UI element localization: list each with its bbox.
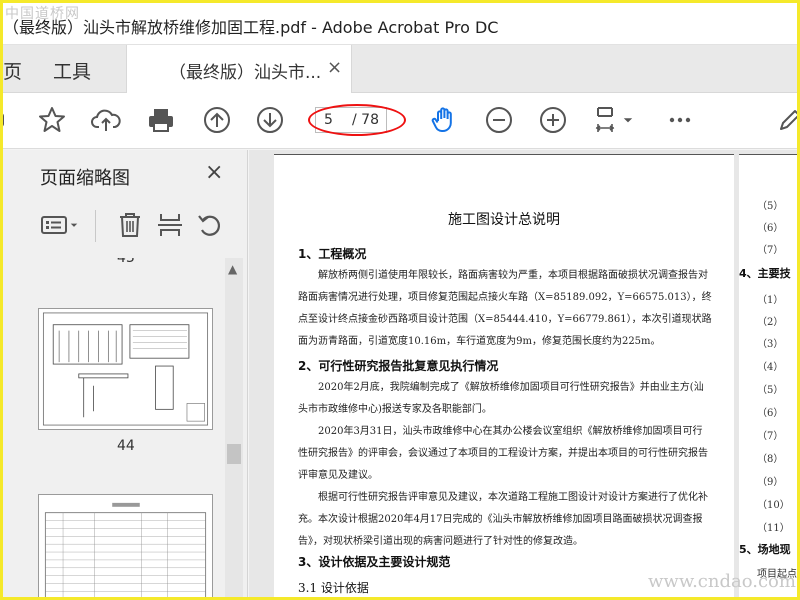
app-window: （最终版）汕头市解放桥维修加固工程.pdf - Adobe Acrobat Pr… <box>3 3 797 597</box>
section-heading: 4、主要技 <box>739 267 791 280</box>
list-item: （8） <box>757 454 784 465</box>
panel-toolbar-divider <box>95 210 96 242</box>
tab-bar: 页 工具 （最终版）汕头市... × <box>3 45 797 93</box>
subsection-heading: 3.1 设计依据 <box>298 581 369 595</box>
thumbnail-options-icon[interactable] <box>37 208 71 242</box>
delete-icon[interactable] <box>113 208 147 242</box>
thumbnails-panel: 页面缩略图 × 43 44 ▲ <box>3 150 248 597</box>
star-icon[interactable] <box>35 103 69 137</box>
list-item: （7） <box>757 245 784 256</box>
zoom-in-icon[interactable] <box>536 103 570 137</box>
rotate-icon[interactable] <box>193 208 227 242</box>
paragraph: 2020年2月底，我院编制完成了《解放桥维修加固项目可行性研究报告》并由业主方(… <box>298 382 704 415</box>
page-down-icon[interactable] <box>253 103 287 137</box>
list-item: （6） <box>757 223 784 234</box>
thumbnail-table <box>44 502 207 597</box>
watermark-bottom: www.cndao.com <box>648 571 796 592</box>
chevron-down-icon[interactable] <box>619 103 637 137</box>
toolbar: 5 / 78 <box>3 93 797 149</box>
thumbnail-page[interactable] <box>38 494 213 597</box>
thumbnail-label: 44 <box>117 438 135 454</box>
thumbnail-label: 43 <box>117 258 135 266</box>
panel-toolbar <box>37 206 237 246</box>
scroll-up-icon[interactable]: ▲ <box>228 262 237 276</box>
document-title: 施工图设计总说明 <box>448 212 560 228</box>
page-up-icon[interactable] <box>200 103 234 137</box>
list-item: （10） <box>757 500 790 511</box>
upload-cloud-icon[interactable] <box>89 103 123 137</box>
tab-document-label: （最终版）汕头市... <box>169 63 322 83</box>
panel-close-icon[interactable]: × <box>205 160 223 185</box>
section-heading: 3、设计依据及主要设计规范 <box>298 555 451 569</box>
paragraph: 解放桥两侧引道使用年限较长，路面病害较为严重，本项目根据路面破损状况调查报告对路… <box>298 270 712 347</box>
title-bar: （最终版）汕头市解放桥维修加固工程.pdf - Adobe Acrobat Pr… <box>3 3 797 45</box>
options-chevron-icon[interactable] <box>67 208 81 242</box>
next-page-column: （5） （6） （7） 4、主要技 （1） （2） （3） （4） （5） （6… <box>739 154 797 597</box>
list-item: （3） <box>757 339 784 350</box>
list-item: （4） <box>757 362 784 373</box>
paragraph: 2020年3月31日，汕头市政维修中心在其办公楼会议室组织《解放桥维修加固项目可… <box>298 426 708 481</box>
tab-tools[interactable]: 工具 <box>53 57 91 84</box>
watermark-top: 中国道桥网 <box>5 6 80 22</box>
thumbnail-drawing <box>42 312 209 426</box>
hand-tool-icon[interactable] <box>427 103 461 137</box>
more-icon[interactable] <box>663 103 697 137</box>
list-item: （1） <box>757 295 784 306</box>
list-item: （9） <box>757 477 784 488</box>
tab-home[interactable]: 页 <box>3 57 22 84</box>
list-item: （11） <box>757 523 790 534</box>
list-item: （5） <box>757 201 784 212</box>
list-item: （7） <box>757 431 784 442</box>
extract-pages-icon[interactable] <box>153 208 187 242</box>
document-view[interactable]: 施工图设计总说明 1、工程概况 解放桥两侧引道使用年限较长，路面病害较为严重，本… <box>249 150 797 597</box>
thumbnail-page[interactable] <box>38 308 213 430</box>
partial-left-icon[interactable] <box>3 103 23 137</box>
tab-document[interactable]: （最终版）汕头市... × <box>126 45 352 93</box>
list-item: （6） <box>757 408 784 419</box>
section-heading: 2、可行性研究报告批复意见执行情况 <box>298 359 499 373</box>
list-item: （5） <box>757 385 784 396</box>
panel-title: 页面缩略图 <box>40 168 130 189</box>
list-item: （2） <box>757 317 784 328</box>
print-icon[interactable] <box>144 103 178 137</box>
thumbnail-list[interactable]: 43 44 <box>3 258 225 597</box>
document-page: 施工图设计总说明 1、工程概况 解放桥两侧引道使用年限较长，路面病害较为严重，本… <box>274 154 734 597</box>
scroll-thumb[interactable] <box>227 444 241 464</box>
zoom-out-icon[interactable] <box>482 103 516 137</box>
highlight-ellipse <box>308 104 406 136</box>
section-heading: 5、场地现 <box>739 543 791 556</box>
paragraph: 根据可行性研究报告评审意见及建议，本次道路工程施工图设计对设计方案进行了优化补充… <box>298 492 708 547</box>
thumbnail-scrollbar[interactable]: ▲ <box>225 258 243 597</box>
pen-icon[interactable] <box>773 103 797 137</box>
section-heading: 1、工程概况 <box>298 247 367 261</box>
tab-close-icon[interactable]: × <box>327 57 342 78</box>
